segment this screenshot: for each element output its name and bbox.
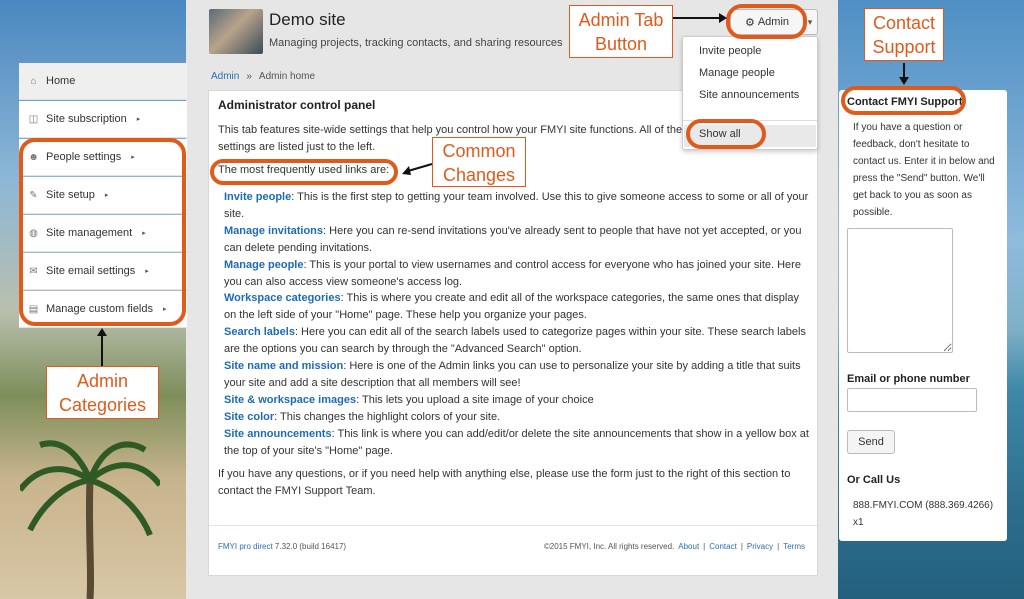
product-link[interactable]: FMYI pro direct (218, 542, 273, 551)
arrow-to-admin-button (673, 13, 727, 23)
breadcrumb-current: Admin home (258, 71, 316, 82)
footer-terms-link[interactable]: Terms (783, 542, 805, 551)
footer-privacy-link[interactable]: Privacy (747, 542, 773, 551)
manage-invitations-link[interactable]: Manage invitations (224, 225, 323, 237)
list-item: Invite people: This is the first step to… (224, 189, 814, 223)
send-button[interactable]: Send (847, 430, 895, 454)
site-name-mission-link[interactable]: Site name and mission (224, 360, 343, 372)
site-workspace-images-link[interactable]: Site & workspace images (224, 394, 356, 406)
search-labels-link[interactable]: Search labels (224, 326, 295, 338)
tag-icon: ◫ (28, 113, 39, 125)
site-title[interactable]: Demo site (269, 10, 346, 30)
common-links-highlight-ring (210, 159, 398, 185)
footer-about-link[interactable]: About (678, 542, 699, 551)
site-announcements-link[interactable]: Site announcements (224, 428, 332, 440)
menu-item-site-announcements[interactable]: Site announcements (699, 89, 799, 101)
link-description: : This changes the highlight colors of y… (274, 410, 501, 423)
show-all-highlight-ring (686, 119, 766, 149)
call-us-heading: Or Call Us (847, 474, 901, 486)
annotation-common-changes: Common Changes (432, 137, 526, 187)
chevron-right-icon: ▸ (136, 116, 141, 123)
menu-item-invite-people[interactable]: Invite people (699, 45, 761, 57)
link-description: : Here you can edit all of the search la… (224, 326, 806, 356)
copyright-text: ©2015 FMYI, Inc. All rights reserved. (543, 542, 675, 551)
annotation-admin-categories: Admin Categories (46, 366, 159, 419)
sidebar-item-label: Site subscription (46, 113, 127, 125)
annotation-contact-support: Contact Support (864, 8, 944, 61)
contact-description: If you have a question or feedback, don'… (853, 122, 995, 218)
frequent-links-list: Invite people: This is the first step to… (224, 189, 814, 460)
list-item: Site color: This changes the highlight c… (224, 409, 814, 426)
annotation-admin-tab: Admin Tab Button (569, 5, 673, 58)
email-field[interactable] (847, 388, 977, 412)
menu-item-manage-people[interactable]: Manage people (699, 67, 775, 79)
list-item: Site & workspace images: This lets you u… (224, 392, 814, 409)
list-item: Workspace categories: This is where you … (224, 290, 814, 324)
message-textarea[interactable] (847, 228, 953, 353)
contact-title-highlight-ring (841, 86, 966, 115)
breadcrumb-admin-link[interactable]: Admin (211, 71, 239, 82)
breadcrumb-separator: » (246, 71, 252, 82)
arrow-to-common-links (402, 163, 433, 175)
footer-divider-glyph: | (703, 542, 706, 551)
admin-categories-highlight-ring (19, 138, 186, 326)
invite-people-link[interactable]: Invite people (224, 191, 291, 203)
sidebar-item-site-subscription[interactable]: ◫ Site subscription ▸ (19, 101, 187, 138)
site-tagline: Managing projects, tracking contacts, an… (269, 37, 563, 49)
admin-button-highlight-ring (726, 4, 807, 39)
footer-contact-link[interactable]: Contact (709, 542, 737, 551)
footer-links: ©2015 FMYI, Inc. All rights reserved. Ab… (544, 542, 805, 551)
site-logo-image[interactable] (209, 9, 263, 54)
footer-version: FMYI pro direct 7.32.0 (build 16417) (218, 542, 346, 551)
arrow-to-contact-title (899, 63, 909, 85)
support-phone: 888.FMYI.COM (888.369.4266) x1 (853, 500, 994, 528)
email-field-label: Email or phone number (847, 373, 970, 385)
list-item: Site name and mission: Here is one of th… (224, 358, 814, 392)
workspace-categories-link[interactable]: Workspace categories (224, 292, 341, 304)
list-item: Site announcements: This link is where y… (224, 426, 814, 460)
sidebar-item-home[interactable]: ⌂ Home (19, 63, 187, 100)
list-item: Manage people: This is your portal to vi… (224, 257, 814, 291)
sidebar-item-label: Home (46, 75, 76, 87)
manage-people-link[interactable]: Manage people (224, 259, 303, 271)
breadcrumb: Admin » Admin home (211, 71, 315, 82)
contact-support-card: Contact FMYI Support If you have a quest… (839, 90, 1007, 541)
site-color-link[interactable]: Site color (224, 411, 274, 423)
panel-title: Administrator control panel (218, 98, 376, 112)
list-item: Manage invitations: Here you can re-send… (224, 223, 814, 257)
version-text: 7.32.0 (build 16417) (272, 542, 347, 551)
footer-divider-glyph: | (777, 542, 780, 551)
palm-tree-image (20, 440, 160, 599)
arrow-to-admin-categories (97, 328, 107, 366)
home-icon: ⌂ (30, 75, 37, 87)
footer-divider-glyph: | (740, 542, 743, 551)
panel-outro: If you have any questions, or if you nee… (218, 468, 791, 497)
chevron-down-icon: ▾ (807, 16, 813, 27)
footer-divider (209, 525, 817, 526)
link-description: : This is your portal to view usernames … (224, 258, 801, 288)
link-description: : This lets you upload a site image of y… (356, 393, 594, 406)
link-description: : This is the first step to getting your… (224, 191, 809, 220)
list-item: Search labels: Here you can edit all of … (224, 324, 814, 358)
